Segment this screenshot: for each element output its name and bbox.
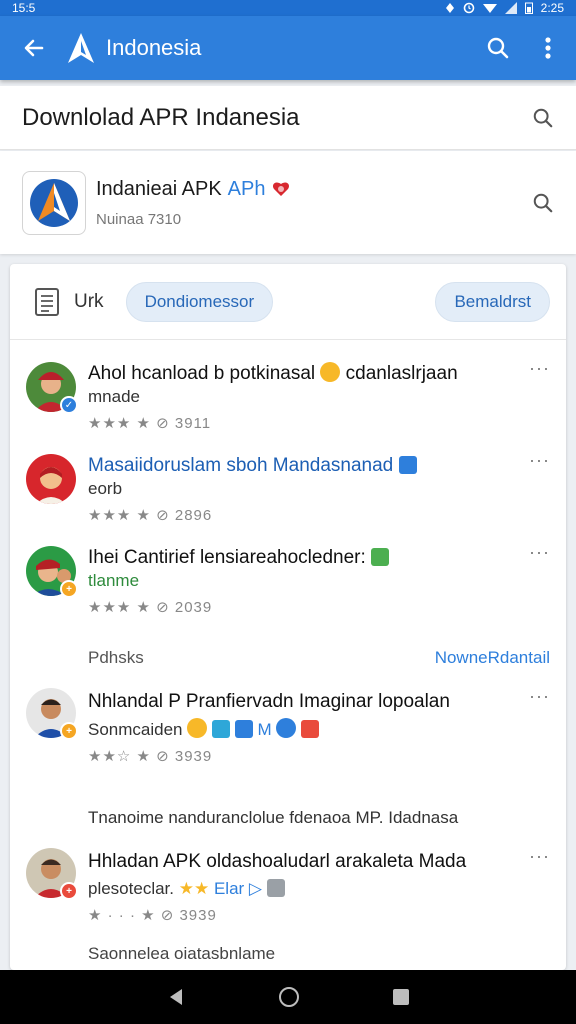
review-rating: ★★★ ★ ⊘ 3911 [88, 415, 212, 432]
avatar[interactable]: + [26, 688, 78, 740]
more-vert-icon [545, 37, 551, 59]
more-options-icon[interactable]: ··· [529, 358, 550, 379]
app-meta: Nuinaa 7310 [96, 210, 182, 228]
review-title: Nhlandal P Pranfiervadn Imaginar lopoala… [88, 691, 450, 712]
notification-icon [445, 3, 454, 13]
square-badge-icon [398, 456, 417, 474]
app-info: Indanieai APK APh Nuinaa 7310 [96, 178, 532, 228]
app-bar: Indonesia [0, 16, 576, 80]
review-body: Ahol hcanload b potkinasal cdanlaslrjaan… [88, 362, 522, 432]
avatar-image [26, 454, 76, 504]
app-logo-icon [30, 178, 78, 227]
verified-badge-icon: ✓ [60, 396, 78, 414]
more-options-icon[interactable]: ··· [529, 686, 550, 707]
document-icon [35, 287, 59, 316]
review-subtitle: Sonmcaiden M [88, 718, 522, 741]
add-badge-icon: + [60, 722, 78, 740]
review-body: Masaiidoruslam sboh Mandasnanad eorb ★★★… [88, 454, 522, 524]
avatar[interactable]: + [26, 848, 78, 900]
review-subtitle: eorb [88, 479, 123, 498]
card-toolbar: Urk Dondiomessor Bemaldrst [10, 264, 566, 340]
more-options-icon[interactable]: ··· [529, 846, 550, 867]
box-icon [234, 720, 253, 738]
status-clock: 2:25 [540, 1, 564, 15]
app-icon [22, 170, 86, 235]
card-label: Urk [74, 290, 104, 312]
inline-icon-label: M [257, 720, 272, 739]
navigation-bar [0, 970, 576, 1024]
chip-left[interactable]: Dondiomessor [125, 281, 274, 322]
review-body: Hhladan APK oldashoaludarl arakaleta Mad… [88, 850, 522, 924]
status-bar: 15:5 2:25 [0, 0, 576, 16]
review-body: Ihei Cantirief lensiareahocledner: tlanm… [88, 546, 522, 616]
search-query[interactable]: Downlolad APR Indanesia [22, 104, 532, 132]
review-item[interactable]: + Hhladan APK oldashoaludarl arakaleta M… [10, 846, 566, 928]
search-icon [487, 37, 509, 59]
search-icon[interactable] [532, 107, 554, 129]
tag-icon [211, 720, 230, 738]
more-options-icon[interactable]: ··· [529, 542, 550, 563]
alarm-icon [463, 2, 474, 14]
reviews-card: Urk Dondiomessor Bemaldrst ✓ Ahol hcanlo… [10, 264, 566, 970]
app-logo-icon [68, 33, 94, 63]
add-badge-icon: + [60, 580, 78, 598]
app-name: Indanieai APK [96, 177, 222, 200]
app-name-line: Indanieai APK APh [96, 178, 532, 201]
inline-icon-label: Elar [213, 879, 245, 898]
nav-home-icon[interactable] [278, 986, 300, 1008]
review-body: Nhlandal P Pranfiervadn Imaginar lopoala… [88, 690, 522, 765]
overflow-menu-button[interactable] [530, 30, 566, 66]
green-badge-icon [371, 548, 390, 566]
review-rating: ★★☆ ★ ⊘ 3939 [88, 748, 213, 765]
upload-icon [266, 879, 285, 897]
app-logo [64, 31, 98, 65]
play-icon: ▷ [248, 879, 262, 898]
more-options-icon[interactable]: ··· [529, 450, 550, 471]
battery-icon [524, 2, 533, 14]
smile-emoji-icon [320, 362, 341, 382]
section-link[interactable]: NowneRdantail [435, 648, 550, 668]
review-title: Ahol hcanload b potkinasal cdanlaslrjaan [88, 362, 458, 384]
nav-recents-icon[interactable] [392, 988, 410, 1006]
review-item[interactable]: ✓ Ahol hcanload b potkinasal cdanlaslrja… [10, 358, 566, 440]
avatar[interactable]: ✓ [26, 362, 78, 414]
review-title: Hhladan APK oldashoaludarl arakaleta Mad… [88, 851, 467, 872]
arrow-back-icon [24, 39, 44, 57]
review-rating: ★★★ ★ ⊘ 2896 [88, 507, 213, 524]
review-item[interactable]: + Nhlandal P Pranfiervadn Imaginar lopoa… [10, 686, 566, 768]
review-rating: ★ · · · ★ ⊘ 3939 [88, 907, 217, 924]
avatar[interactable]: + [26, 546, 78, 598]
status-time: 15:5 [12, 1, 36, 15]
nav-back-icon[interactable] [166, 987, 186, 1007]
search-icon[interactable] [532, 192, 554, 214]
review-rating: ★★★ ★ ⊘ 2039 [88, 599, 213, 616]
review-subtitle: tlanme [88, 571, 140, 590]
review-title: Ihei Cantirief lensiareahocledner: [88, 546, 522, 570]
avatar[interactable] [26, 454, 76, 504]
search-row[interactable]: Downlolad APR Indanesia [0, 86, 576, 150]
footer-text: Saonnelea oiatasbnlame [88, 944, 276, 963]
back-button[interactable] [18, 32, 50, 64]
app-bar-search-button[interactable] [480, 30, 516, 66]
app-result-row[interactable]: Indanieai APK APh Nuinaa 7310 [0, 151, 576, 254]
heart-badge-icon [273, 182, 290, 196]
review-title: Masaiidoruslam sboh Mandasnanad [88, 454, 522, 478]
stars-icon: ★★ [178, 879, 210, 898]
wifi-icon [482, 4, 497, 13]
emoji-icon [187, 718, 208, 738]
review-subtitle: mnade [88, 387, 140, 406]
gift-icon [301, 720, 320, 738]
status-icons: 2:25 [445, 1, 564, 15]
app-bar-title: Indonesia [106, 35, 202, 60]
section-text: Tnanoime nanduranclolue fdenaoa MP. Idad… [88, 808, 459, 827]
add-badge-icon: + [60, 882, 78, 900]
review-item[interactable]: Masaiidoruslam sboh Mandasnanad eorb ★★★… [10, 450, 566, 532]
chip-right[interactable]: Bemaldrst [435, 281, 550, 322]
app-name-accent: APh [227, 177, 266, 200]
circle-icon [276, 718, 297, 738]
review-item[interactable]: + Ihei Cantirief lensiareahocledner: tla… [10, 542, 566, 624]
section-label: Pdhsks [88, 648, 144, 667]
review-subtitle: plesoteclar. ★★ Elar ▷ [88, 878, 522, 900]
signal-icon [504, 2, 517, 14]
